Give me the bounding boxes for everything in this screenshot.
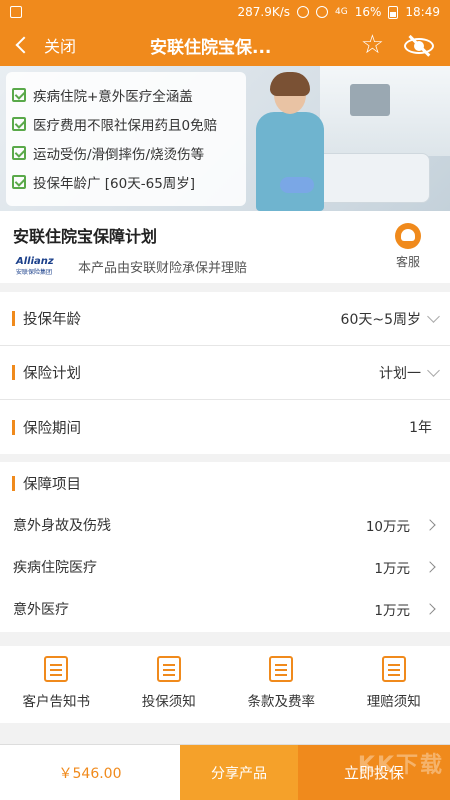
coverage-label: 意外身故及伤残 [13,518,111,534]
feature-item: 医疗费用不限社保用药且0免赔 [12,109,240,138]
option-period: 保险期间 1年 [0,400,450,454]
checkbox-icon [12,145,26,160]
option-label: 保险计划 [23,366,81,382]
underwriter-text: 本产品由安联财险承保并理赔 [78,261,248,276]
product-banner: 疾病住院+意外医疗全涵盖 医疗费用不限社保用药且0免赔 运动受伤/滑倒摔伤/烧烫… [0,66,450,211]
coverage-section: 保障项目 意外身故及伤残 10万元 疾病住院医疗 1万元 意外医疗 1万元 [0,462,450,632]
doc-customer-notice[interactable]: 客户告知书 [0,646,113,723]
coverage-item[interactable]: 疾病住院医疗 1万元 [0,546,450,588]
coverage-amount: 1万元 [374,561,410,577]
battery-icon [388,5,399,19]
battery-percent: 16% [354,5,382,19]
product-info: 安联住院宝保障计划 Allianz 安联保险集团 本产品由安联财险承保并理赔 客… [0,211,450,283]
page-title: 安联住院宝保... [150,37,272,58]
coverage-label: 疾病住院医疗 [13,560,97,576]
product-name: 安联住院宝保障计划 [13,227,158,246]
watermark: KK下载 [357,753,444,778]
nav-bar: 关闭 安联住院宝保... ☆ [0,24,450,66]
headset-icon [395,223,421,249]
clock: 18:49 [405,5,440,19]
chevron-left-icon [15,36,33,54]
feature-item: 运动受伤/滑倒摔伤/烧烫伤等 [12,138,240,167]
coverage-item[interactable]: 意外医疗 1万元 [0,588,450,630]
hide-eye-icon[interactable] [404,34,434,57]
feature-item: 投保年龄广 [60天-65周岁] [12,167,240,196]
location-icon [297,6,310,18]
share-button[interactable]: 分享产品 [180,745,298,800]
chevron-down-icon [427,309,440,323]
coverage-item[interactable]: 意外身故及伤残 10万元 [0,504,450,546]
notice-icon [156,656,181,682]
option-label: 投保年龄 [23,312,81,328]
doc-claim-notice[interactable]: 理赔须知 [338,646,450,723]
checkbox-icon [12,87,26,102]
chevron-right-icon [424,603,436,615]
option-label: 保险期间 [23,420,81,437]
bottom-action-bar: ￥546.00 分享产品 立即投保 KK下载 [0,744,450,800]
back-label: 关闭 [44,37,77,56]
image-notification-icon [10,6,22,18]
option-value: 1年 [409,420,432,436]
feature-list: 疾病住院+意外医疗全涵盖 医疗费用不限社保用药且0免赔 运动受伤/滑倒摔伤/烧烫… [6,72,246,206]
list-icon [269,656,294,682]
network-type: 4G [335,7,348,17]
insurance-options: 投保年龄 60天~5周岁 保险计划 计划一 保险期间 1年 [0,292,450,454]
alarm-icon [316,6,329,18]
network-speed: 287.9K/s [237,5,291,19]
price-display: ￥546.00 [58,765,122,782]
status-bar: 287.9K/s 4G 16% 18:49 [0,0,450,24]
allianz-logo: Allianz 安联保险集团 [16,256,54,276]
option-age[interactable]: 投保年龄 60天~5周岁 [0,292,450,346]
feature-item: 疾病住院+意外医疗全涵盖 [12,80,240,109]
option-plan[interactable]: 保险计划 计划一 [0,346,450,400]
doc-purchase-notice[interactable]: 投保须知 [113,646,226,723]
customer-service-label: 客服 [395,255,420,269]
coverage-amount: 10万元 [365,519,410,535]
favorite-star-icon[interactable]: ☆ [361,32,384,58]
option-value: 计划一 [379,365,421,382]
nurse-illustration [250,72,330,211]
coverage-title: 保障项目 [23,476,81,493]
checkbox-icon [12,174,26,189]
book-icon [44,656,69,682]
document-links: 客户告知书 投保须知 条款及费率 理赔须知 [0,646,450,723]
coverage-label: 意外医疗 [13,602,69,618]
back-button[interactable]: 关闭 [0,24,110,66]
doc-terms-rates[interactable]: 条款及费率 [225,646,338,723]
claim-icon [381,656,406,682]
chevron-right-icon [424,561,436,573]
chevron-right-icon [424,519,436,531]
customer-service-button[interactable]: 客服 [390,223,426,270]
coverage-amount: 1万元 [374,603,410,619]
checkbox-icon [12,116,26,131]
option-value: 60天~5周岁 [340,311,421,328]
banner-monitor-illustration [350,84,390,116]
chevron-down-icon [427,363,440,377]
buy-now-button[interactable]: 立即投保 KK下载 [298,745,450,800]
